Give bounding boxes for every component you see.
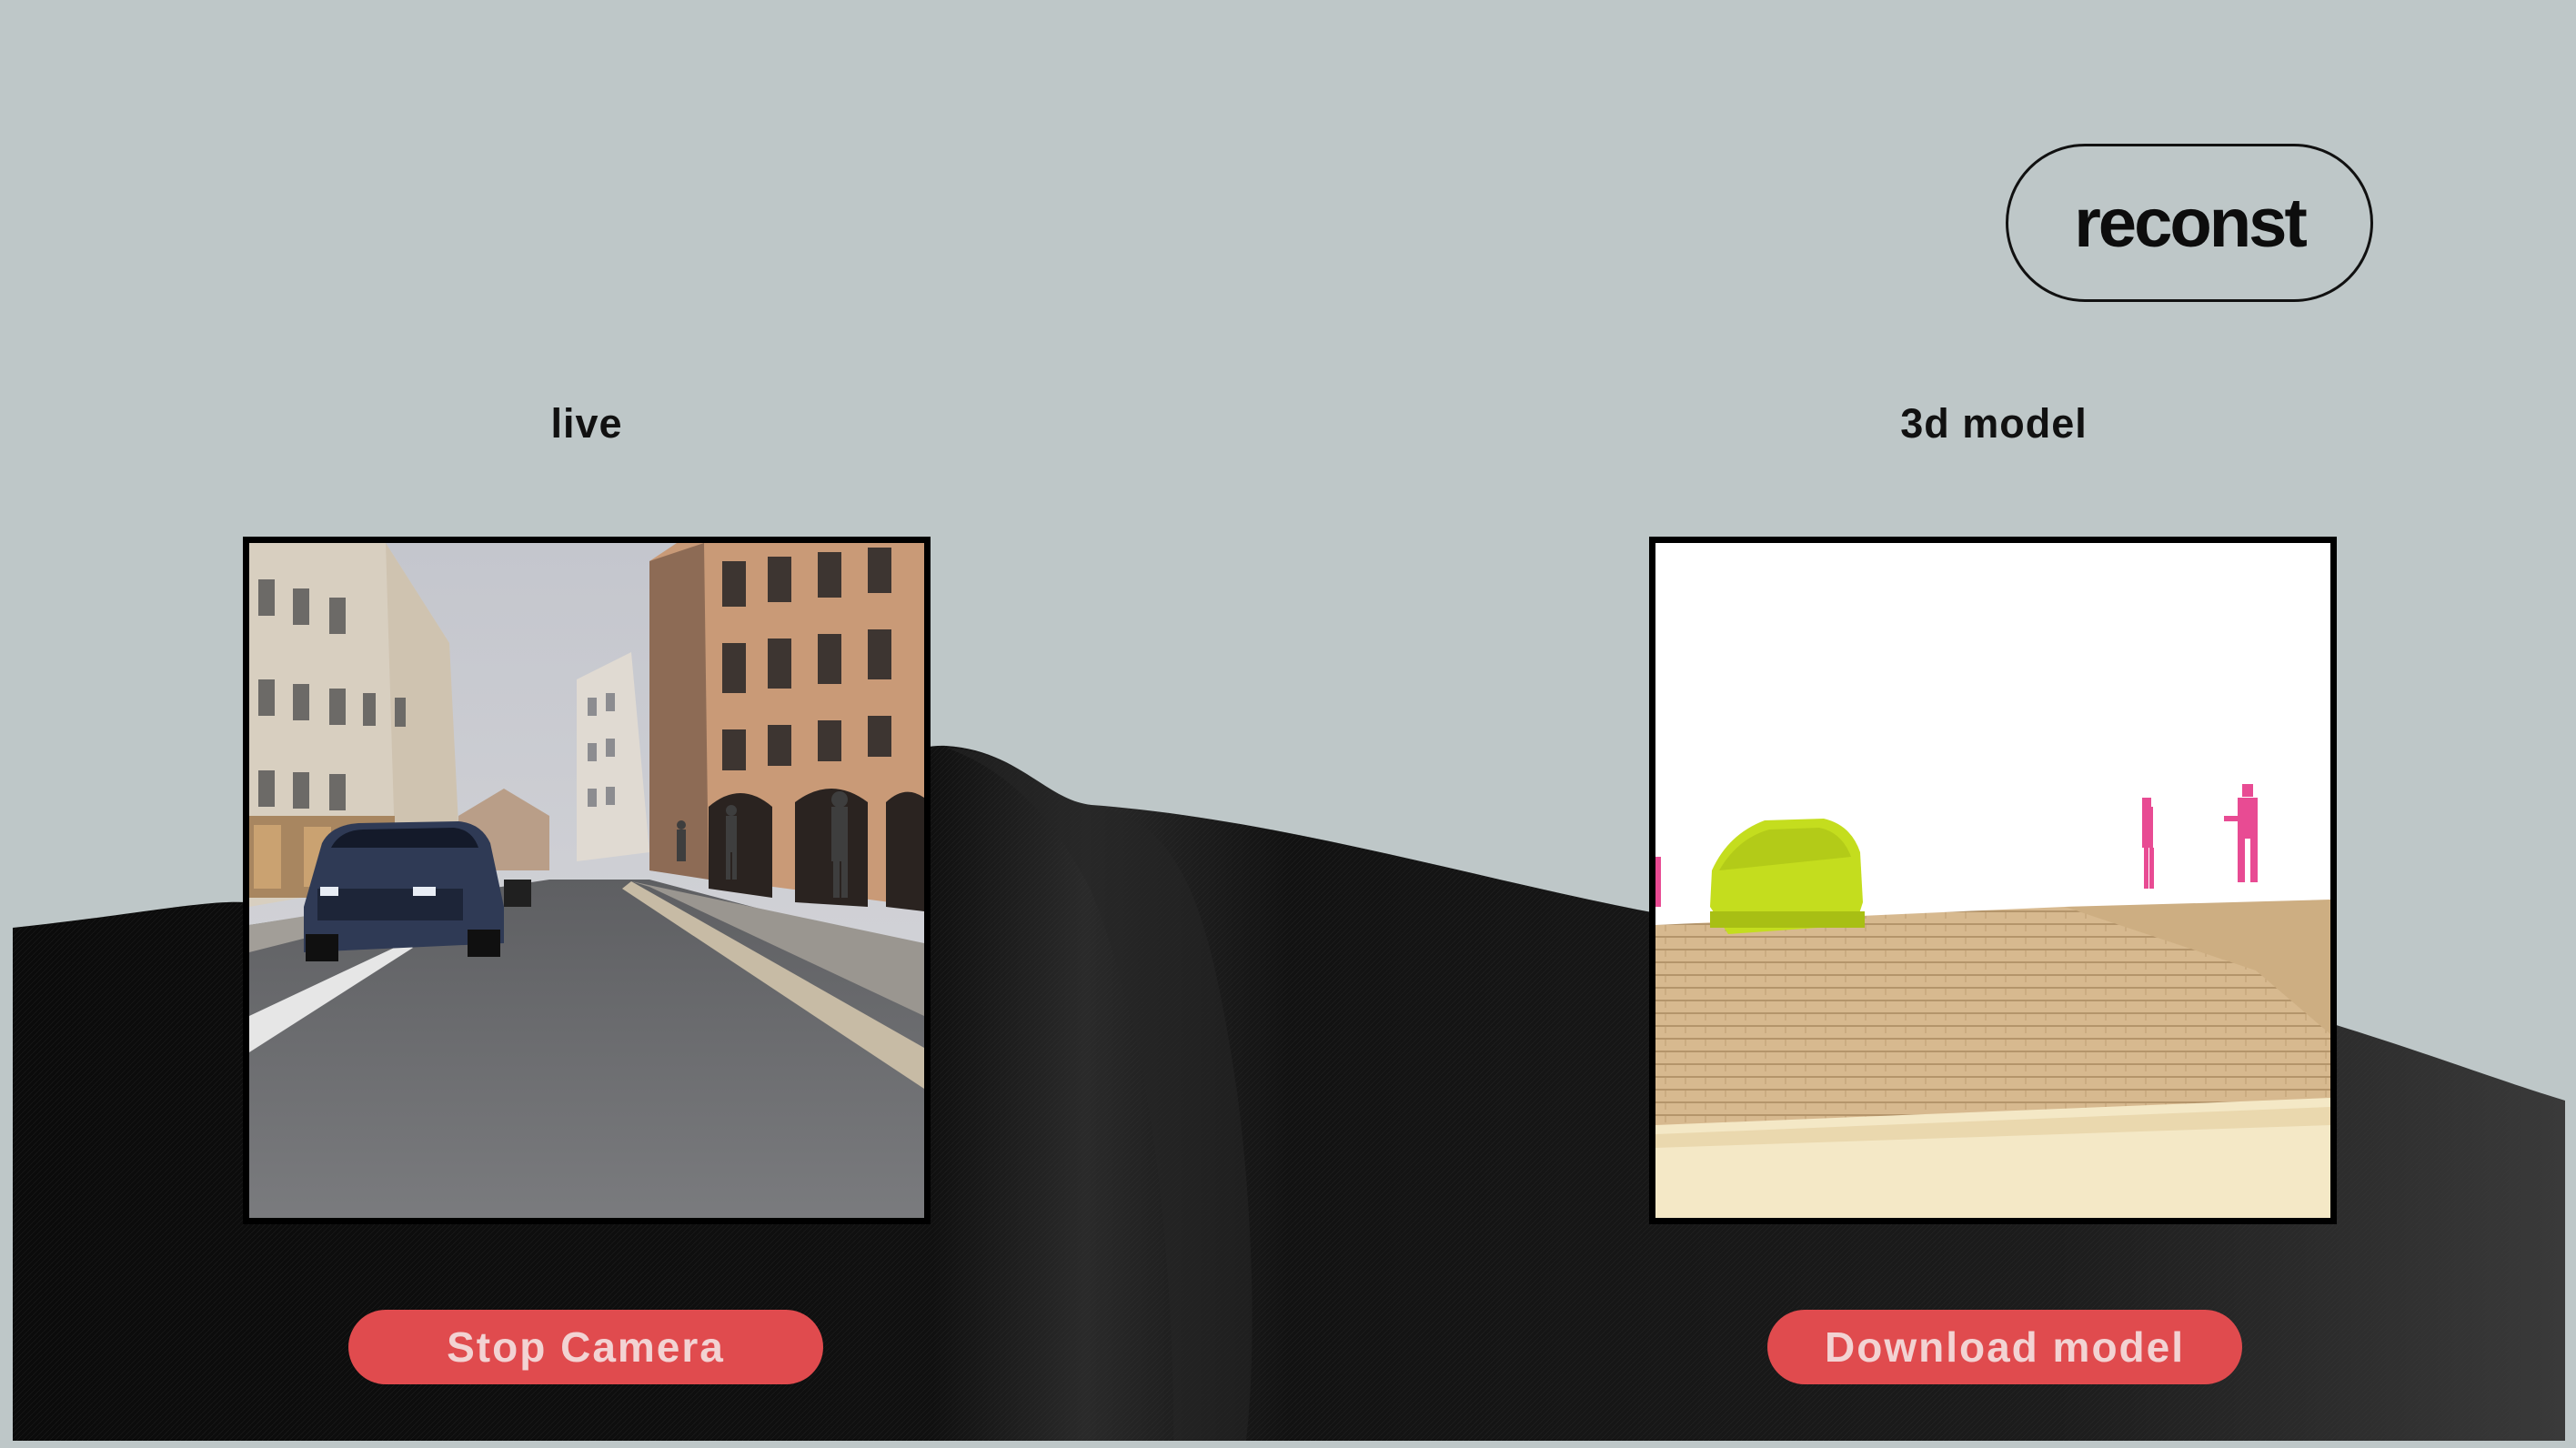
app-root: reconst live 3d model Stop Camera Downlo…	[0, 0, 2576, 1448]
voxel-scene-image	[1655, 543, 2330, 1218]
reconst-logo-button[interactable]: reconst	[2006, 144, 2373, 302]
live-panel-title: live	[550, 400, 623, 447]
car-graphic	[304, 821, 504, 961]
live-camera-view	[243, 537, 931, 1224]
stop-camera-button[interactable]: Stop Camera	[348, 1310, 823, 1384]
model-panel-title: 3d model	[1900, 400, 2088, 447]
street-scene-image	[249, 543, 924, 1218]
download-model-button[interactable]: Download model	[1767, 1310, 2242, 1384]
model-3d-view	[1649, 537, 2337, 1224]
